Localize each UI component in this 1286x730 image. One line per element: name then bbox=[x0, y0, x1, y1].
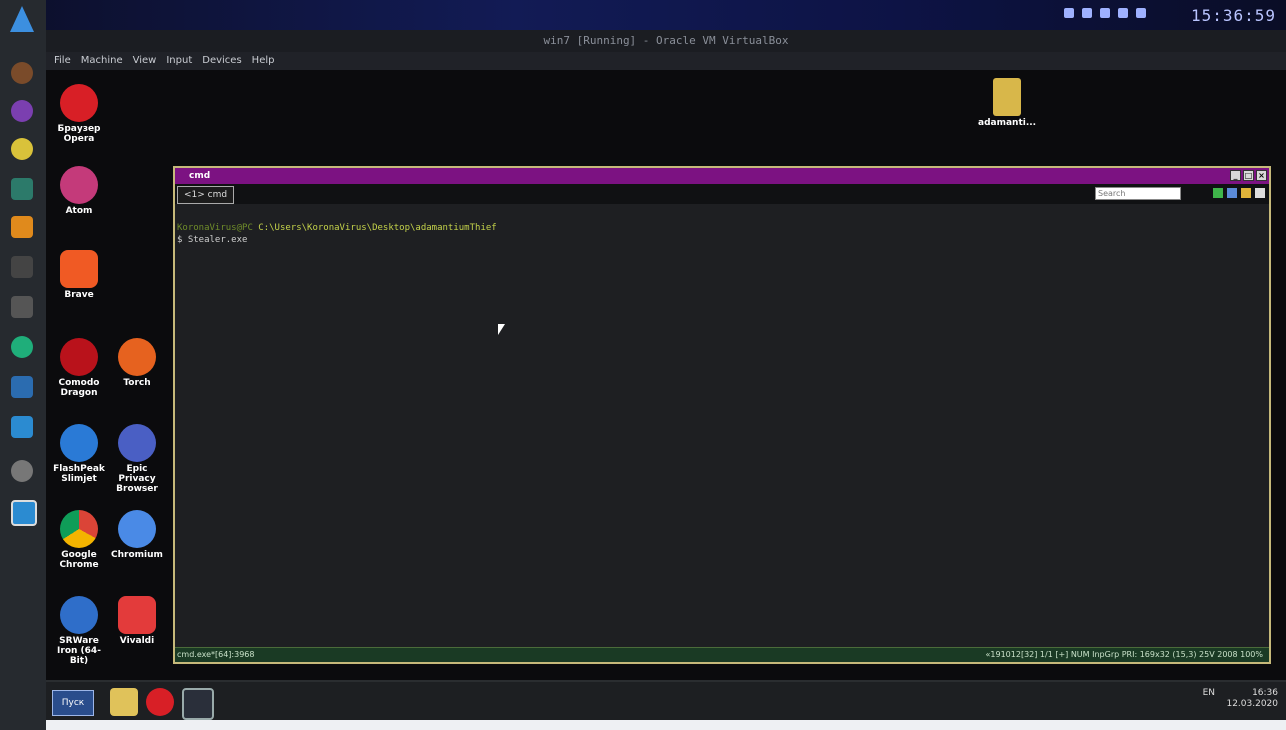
folder-icon bbox=[993, 78, 1021, 116]
lock-icon[interactable] bbox=[1241, 188, 1251, 198]
cmd-titlebar[interactable]: cmd _ □ × bbox=[175, 168, 1269, 184]
tray-icon-3[interactable] bbox=[1100, 8, 1110, 18]
prompt-line: KoronaVirus@PC C:\Users\KoronaVirus\Desk… bbox=[177, 222, 1267, 234]
opera-icon bbox=[60, 84, 98, 122]
console-taskbar-icon[interactable] bbox=[182, 688, 214, 720]
vm-menubar: File Machine View Input Devices Help bbox=[46, 52, 1286, 70]
cmd-toolbar bbox=[1213, 188, 1265, 198]
telegram-icon[interactable] bbox=[11, 460, 33, 482]
desktop-icon-torch[interactable]: Torch bbox=[108, 338, 166, 388]
vm-titlebar: win7 [Running] - Oracle VM VirtualBox bbox=[46, 30, 1286, 52]
menu-icon[interactable] bbox=[1255, 188, 1265, 198]
window-controls: _ □ × bbox=[1230, 170, 1267, 181]
tab-cmd[interactable]: <1> cmd bbox=[177, 186, 235, 204]
chromium-icon bbox=[118, 510, 156, 548]
host-tray bbox=[1064, 8, 1146, 18]
desktop-icon-chrome[interactable]: Google Chrome bbox=[50, 510, 108, 570]
desktop-icon-srware-iron[interactable]: SRWare Iron (64-Bit) bbox=[50, 596, 108, 666]
app-k-icon[interactable] bbox=[11, 178, 33, 200]
cmd-title: cmd bbox=[189, 171, 211, 181]
tray-icon-4[interactable] bbox=[1118, 8, 1128, 18]
srware-iron-icon bbox=[60, 596, 98, 634]
maximize-button[interactable]: □ bbox=[1243, 170, 1254, 181]
desktop-icon-epic[interactable]: Epic Privacy Browser bbox=[108, 424, 166, 494]
prompt-path: C:\Users\KoronaVirus\Desktop\adamantiumT… bbox=[258, 223, 497, 233]
status-process: cmd.exe*[64]:3968 bbox=[177, 650, 255, 659]
minimize-button[interactable]: _ bbox=[1230, 170, 1241, 181]
vm-status-strip bbox=[46, 720, 1286, 730]
guest-tray: EN 16:36 12.03.2020 bbox=[1203, 688, 1278, 710]
cmd-output[interactable]: KoronaVirus@PC C:\Users\KoronaVirus\Desk… bbox=[175, 206, 1269, 646]
menu-file[interactable]: File bbox=[54, 52, 71, 70]
firefox-icon[interactable] bbox=[11, 62, 33, 84]
tray-icon-2[interactable] bbox=[1082, 8, 1092, 18]
command-line: $ Stealer.exe bbox=[177, 235, 248, 245]
menu-help[interactable]: Help bbox=[252, 52, 275, 70]
explorer-taskbar-icon[interactable] bbox=[110, 688, 138, 716]
desktop-icon-opera[interactable]: Браузер Opera bbox=[50, 84, 108, 144]
desktop-icon-slimjet[interactable]: FlashPeak Slimjet bbox=[50, 424, 108, 484]
brave-icon bbox=[60, 250, 98, 288]
mouse-cursor-icon bbox=[498, 324, 505, 335]
drive-icon[interactable] bbox=[11, 296, 33, 318]
host-dock bbox=[0, 0, 46, 730]
keys-icon[interactable] bbox=[11, 138, 33, 160]
desktop-icon-chromium[interactable]: Chromium bbox=[108, 510, 166, 560]
status-info: «191012[32] 1/1 [+] NUM InpGrp PRI: 169x… bbox=[985, 650, 1263, 659]
menu-devices[interactable]: Devices bbox=[202, 52, 241, 70]
menu-machine[interactable]: Machine bbox=[81, 52, 123, 70]
guest-taskbar: Пуск EN 16:36 12.03.2020 bbox=[46, 680, 1286, 722]
opera-taskbar-icon[interactable] bbox=[146, 688, 174, 716]
terminal-icon[interactable] bbox=[11, 256, 33, 278]
desktop-icon-comodo-dragon[interactable]: Comodo Dragon bbox=[50, 338, 108, 398]
epic-browser-icon bbox=[118, 424, 156, 462]
host-top-bar: 15:36:59 bbox=[0, 0, 1286, 30]
network-icon[interactable] bbox=[11, 376, 33, 398]
atom-icon bbox=[60, 166, 98, 204]
chrome-icon bbox=[60, 510, 98, 548]
cmd-window: cmd _ □ × <1> cmd Search KoronaVirus@PC … bbox=[173, 166, 1271, 664]
download-icon[interactable] bbox=[11, 216, 33, 238]
vivaldi-icon bbox=[118, 596, 156, 634]
tray-icon-1[interactable] bbox=[1064, 8, 1074, 18]
menu-input[interactable]: Input bbox=[166, 52, 192, 70]
search-input[interactable]: Search bbox=[1095, 187, 1181, 200]
desktop-icon-vivaldi[interactable]: Vivaldi bbox=[108, 596, 166, 646]
tray-time[interactable]: 16:36 bbox=[1252, 688, 1278, 698]
language-indicator[interactable]: EN bbox=[1203, 688, 1215, 698]
vm-title: win7 [Running] - Oracle VM VirtualBox bbox=[543, 34, 789, 47]
new-console-icon[interactable] bbox=[1213, 188, 1223, 198]
cmd-status-bar: cmd.exe*[64]:3968 «191012[32] 1/1 [+] NU… bbox=[175, 647, 1269, 662]
close-button[interactable]: × bbox=[1256, 170, 1267, 181]
prompt-user: KoronaVirus@PC bbox=[177, 223, 253, 233]
tray-date[interactable]: 12.03.2020 bbox=[1226, 699, 1278, 709]
arch-logo-icon[interactable] bbox=[10, 6, 34, 32]
slimjet-icon bbox=[60, 424, 98, 462]
monitor-icon[interactable] bbox=[11, 416, 33, 438]
settings-icon[interactable] bbox=[11, 336, 33, 358]
torch-icon bbox=[118, 338, 156, 376]
desktop-icon-brave[interactable]: Brave bbox=[50, 250, 108, 300]
tor-icon[interactable] bbox=[11, 100, 33, 122]
host-clock: 15:36:59 bbox=[1190, 6, 1276, 25]
comodo-dragon-icon bbox=[60, 338, 98, 376]
activity-monitor-icon[interactable] bbox=[11, 500, 37, 526]
desktop-icon-atom[interactable]: Atom bbox=[50, 166, 108, 216]
menu-view[interactable]: View bbox=[133, 52, 157, 70]
view-icon[interactable] bbox=[1227, 188, 1237, 198]
start-button[interactable]: Пуск bbox=[52, 690, 94, 716]
desktop-icon-adamantium-folder[interactable]: adamanti... bbox=[978, 78, 1036, 128]
cmd-tab-bar: <1> cmd Search bbox=[175, 184, 1269, 204]
keyboard-layout-flag-icon[interactable] bbox=[1136, 8, 1146, 18]
